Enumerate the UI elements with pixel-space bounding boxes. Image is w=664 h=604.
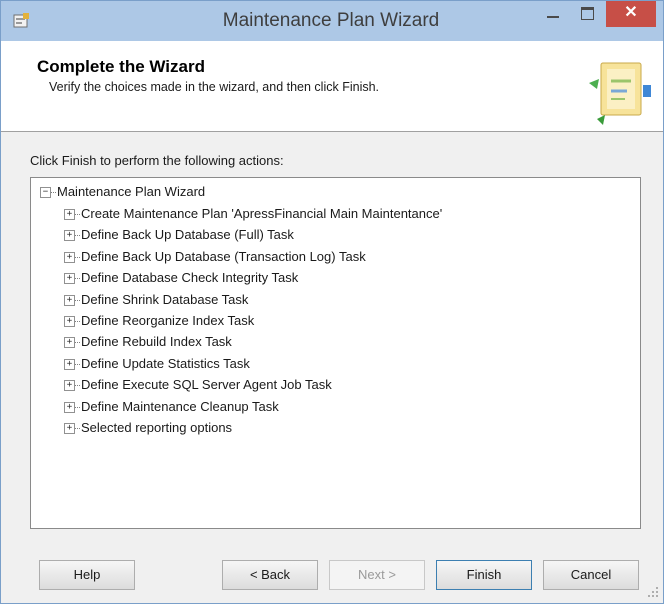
wizard-header: Complete the Wizard Verify the choices m… <box>1 41 663 132</box>
page-title: Complete the Wizard <box>37 57 205 76</box>
help-button[interactable]: Help <box>39 560 135 590</box>
tree-connector <box>75 428 80 429</box>
tree-item-label: Define Maintenance Cleanup Task <box>81 398 279 414</box>
tree-item-label: Define Database Check Integrity Task <box>81 270 299 286</box>
tree-item-label: Selected reporting options <box>81 420 233 435</box>
expand-icon[interactable]: + <box>64 401 75 413</box>
minimize-button[interactable] <box>538 1 568 27</box>
expand-icon[interactable]: + <box>64 230 75 242</box>
tree-connector <box>75 235 80 237</box>
tree-item-label: Define Update Statistics Task <box>81 355 250 371</box>
tree-item-label: Define Back Up Database (Full) Task <box>81 227 294 243</box>
tree-item-label: Define Reorganize Index Task <box>81 313 255 328</box>
tree-connector <box>75 214 80 215</box>
expand-icon[interactable]: + <box>64 273 75 285</box>
actions-tree[interactable]: − Maintenance Plan Wizard + Create Mainte… <box>30 177 641 529</box>
actions-label: Click Finish to perform the following ac… <box>30 153 284 168</box>
app-icon <box>13 13 29 28</box>
expand-icon[interactable]: + <box>64 294 75 306</box>
close-button[interactable]: ✕ <box>606 1 656 27</box>
tree-connector <box>75 299 80 301</box>
expand-icon[interactable]: + <box>64 316 75 327</box>
back-button[interactable]: < Back <box>222 560 318 590</box>
resize-grip-icon[interactable] <box>647 586 659 598</box>
tree-connector <box>75 406 80 408</box>
expand-icon[interactable]: + <box>64 337 75 349</box>
tree-item-label: Define Shrink Database Task <box>81 291 249 307</box>
finish-button[interactable]: Finish <box>436 560 532 590</box>
close-icon: ✕ <box>624 4 638 21</box>
page-subtitle: Verify the choices made in the wizard, a… <box>49 80 380 94</box>
tree-connector <box>75 363 80 365</box>
cancel-button[interactable]: Cancel <box>543 560 639 590</box>
expand-icon[interactable]: + <box>64 358 75 370</box>
wizard-banner-icon <box>589 62 651 125</box>
next-button[interactable]: Next > <box>329 560 425 590</box>
tree-root-label: Maintenance Plan Wizard <box>57 184 206 199</box>
tree-item-label: Create Maintenance Plan 'ApressFinancial… <box>81 206 443 221</box>
window-title: Maintenance Plan Wizard <box>222 10 440 31</box>
tree-connector <box>75 321 80 322</box>
tree-connector <box>75 385 80 387</box>
tree-item-label: Define Back Up Database (Transaction Log… <box>81 248 366 264</box>
expand-icon[interactable]: + <box>64 380 75 392</box>
expand-icon[interactable]: + <box>64 423 75 434</box>
title-bar[interactable]: Maintenance Plan Wizard ✕ <box>1 1 663 41</box>
collapse-icon[interactable]: − <box>40 187 51 198</box>
tree-item-label: Define Rebuild Index Task <box>81 334 232 350</box>
tree-connector <box>75 256 80 258</box>
maximize-button[interactable] <box>573 1 603 27</box>
tree-item-label: Define Execute SQL Server Agent Job Task <box>81 377 332 393</box>
tree-connector <box>75 278 80 280</box>
tree-connector <box>75 342 80 344</box>
expand-icon[interactable]: + <box>64 209 75 220</box>
tree-connector <box>51 192 56 193</box>
expand-icon[interactable]: + <box>64 251 75 263</box>
maintenance-plan-wizard-window: Maintenance Plan Wizard ✕ Complete the W… <box>0 0 664 604</box>
